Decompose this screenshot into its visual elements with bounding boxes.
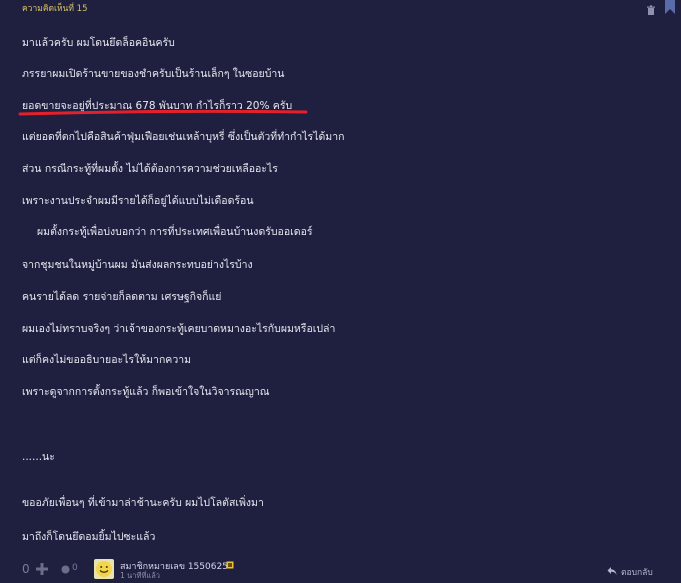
body-line-5: ส่วน กรณีกระทู้ที่ผมตั้ง ไม่ได้ต้องการคว…: [22, 163, 278, 175]
smiley-avatar-icon: [96, 561, 112, 577]
vote-count: 0: [22, 562, 30, 576]
plus-vote-icon[interactable]: [36, 563, 48, 575]
body-line-1: มาแล้วครับ ผมโดนยึดล็อคอินครับ: [22, 37, 175, 49]
comment-number: ความคิดเห็นที่ 15: [22, 4, 88, 14]
body-line-4: แต่ยอดที่ตกไปคือสินค้าฟุ่มเฟือยเช่นเหล้า…: [22, 131, 345, 143]
reply-arrow-icon: [607, 567, 617, 575]
body-line-13: ......นะ: [22, 451, 55, 463]
body-line-9: คนรายได้ลด รายจ่ายก็ลดตาม เศรษฐกิจก็แย่: [22, 291, 222, 303]
body-line-11: แต่ก็คงไม่ขออธิบายอะไรให้มากความ: [22, 354, 192, 366]
avatar[interactable]: [94, 559, 114, 579]
body-line-14: ขออภัยเพื่อนๆ ที่เข้ามาล่าช้านะครับ ผมไป…: [22, 497, 264, 509]
trash-icon[interactable]: [646, 5, 656, 16]
comment-header: ความคิดเห็นที่ 15: [0, 0, 681, 16]
body-line-10: ผมเองไม่ทราบจริงๆ ว่าเจ้าของกระทู้เคยบาด…: [22, 323, 336, 335]
emoji-reaction-icon[interactable]: [61, 565, 70, 574]
body-line-2: ภรรยาผมเปิดร้านขายของชำครับเป็นร้านเล็กๆ…: [22, 68, 285, 80]
body-line-12: เพราะดูจากการตั้งกระทู้แล้ว ก็พอเข้าใจใน…: [22, 386, 270, 398]
posted-time: 1 นาทีที่แล้ว: [120, 571, 161, 580]
comment-footer: 0 0 สมาชิกหมายเลข 1550625 1 นาทีที่แล้ว …: [0, 557, 681, 581]
reply-label: ตอบกลับ: [621, 568, 653, 578]
emoji-count: 0: [72, 563, 78, 573]
body-line-8: จากชุมชนในหมู่บ้านผม มันส่งผลกระทบอย่างไ…: [22, 259, 253, 271]
body-line-6: เพราะงานประจำผมมีรายได้ก็อยู่ได้แบบไม่เด…: [22, 195, 254, 207]
red-underline-annotation: [18, 110, 308, 116]
body-line-15: มาถึงก็โดนยึดอมยิ้มไปซะแล้ว: [22, 531, 156, 543]
bookmark-icon[interactable]: [664, 0, 676, 14]
body-line-7: ผมตั้งกระทู้เพื่อบ่งบอกว่า การที่ประเทศเ…: [37, 226, 313, 238]
member-badge-icon: [226, 561, 234, 569]
